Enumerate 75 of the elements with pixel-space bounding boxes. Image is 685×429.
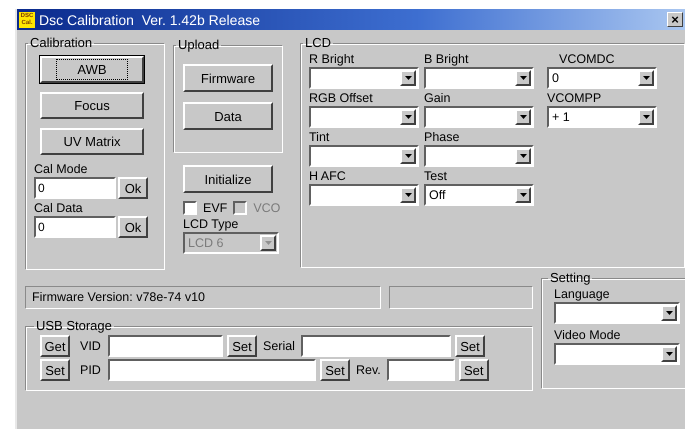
checkbox-label: VCO <box>253 201 280 215</box>
dropdown[interactable] <box>309 106 419 128</box>
group-title: USB Storage <box>35 319 113 333</box>
calibration-button[interactable]: Focus <box>40 92 144 119</box>
field-label: Serial <box>262 339 296 353</box>
dropdown-arrow-icon <box>642 76 650 80</box>
usb-button[interactable]: Set <box>40 359 70 381</box>
field-label: B Bright <box>424 52 470 67</box>
field-label: Gain <box>424 91 452 106</box>
field-label: LCD Type <box>183 217 240 232</box>
dropdown[interactable] <box>424 145 534 167</box>
field-label: Video Mode <box>554 328 622 343</box>
set-button[interactable]: Set <box>227 335 257 357</box>
field-label: H AFC <box>309 169 347 184</box>
group-title: Upload <box>177 38 220 52</box>
input-field[interactable]: 0 <box>34 216 116 238</box>
dropdown-arrow-icon <box>404 154 412 158</box>
set-button[interactable]: Set <box>320 359 350 381</box>
group-title: Calibration <box>29 36 94 50</box>
dropdown[interactable] <box>309 145 419 167</box>
checkbox[interactable] <box>183 201 197 215</box>
field-label: Phase <box>424 130 460 145</box>
field-label: Language <box>554 287 611 302</box>
dropdown[interactable] <box>554 302 680 324</box>
usb-button[interactable]: Get <box>40 335 70 357</box>
ok-button[interactable]: Ok <box>118 177 148 199</box>
firmware-version-panel: Firmware Version: v78e-74 v10 <box>25 286 381 309</box>
field-label: R Bright <box>309 52 356 67</box>
field-label: Tint <box>309 130 330 145</box>
field-label: PID <box>79 363 102 377</box>
input-field[interactable] <box>300 335 451 357</box>
set-button[interactable]: Set <box>458 359 489 381</box>
input-field[interactable] <box>108 335 223 357</box>
input-field[interactable]: 0 <box>34 177 116 199</box>
calibration-button[interactable]: UV Matrix <box>40 128 144 155</box>
input-field[interactable] <box>108 359 316 381</box>
dropdown-arrow-icon <box>642 115 650 119</box>
input-field[interactable] <box>386 359 455 381</box>
dropdown-arrow-icon <box>404 76 412 80</box>
upload-button[interactable]: Firmware <box>183 64 273 92</box>
dropdown-arrow-icon <box>520 154 526 158</box>
field-label: VCOMDC <box>558 52 616 67</box>
dropdown-arrow-icon <box>666 311 672 315</box>
set-button[interactable]: Set <box>454 335 485 357</box>
field-label: Cal Data <box>34 201 84 216</box>
dropdown[interactable]: 0 <box>547 67 657 89</box>
close-button[interactable]: × <box>667 12 683 27</box>
dropdown[interactable] <box>309 67 419 89</box>
dropdown-arrow-icon <box>666 352 672 356</box>
field-label: RGB Offset <box>309 91 374 106</box>
dropdown[interactable] <box>309 184 419 206</box>
dropdown-arrow-icon <box>520 76 526 80</box>
checkbox-label: EVF <box>203 201 228 215</box>
field-label: VCOMPP <box>547 91 602 106</box>
window-title: Dsc Calibration Ver. 1.42b Release <box>39 12 262 28</box>
dropdown-arrow-icon <box>404 115 412 119</box>
field-label: VID <box>79 339 102 353</box>
dropdown[interactable]: Off <box>424 184 534 206</box>
calibration-button[interactable]: AWB <box>40 56 144 83</box>
dropdown[interactable] <box>424 67 534 89</box>
upload-button[interactable]: Data <box>183 102 273 130</box>
dropdown-arrow-icon <box>520 115 526 119</box>
dropdown[interactable] <box>554 343 680 365</box>
initialize-button[interactable]: Initialize <box>183 165 273 193</box>
ok-button[interactable]: Ok <box>118 216 148 238</box>
field-label: Test <box>424 169 448 184</box>
field-label: Cal Mode <box>34 162 88 177</box>
dropdown[interactable] <box>424 106 534 128</box>
dropdown-arrow-icon <box>404 193 412 197</box>
field-label: Rev. <box>355 363 382 377</box>
group-title: Setting <box>549 271 592 285</box>
dropdown-arrow-icon <box>264 241 272 245</box>
dropdown[interactable]: + 1 <box>547 106 657 128</box>
dropdown-arrow-icon <box>520 193 526 197</box>
group-title: LCD <box>304 36 332 50</box>
